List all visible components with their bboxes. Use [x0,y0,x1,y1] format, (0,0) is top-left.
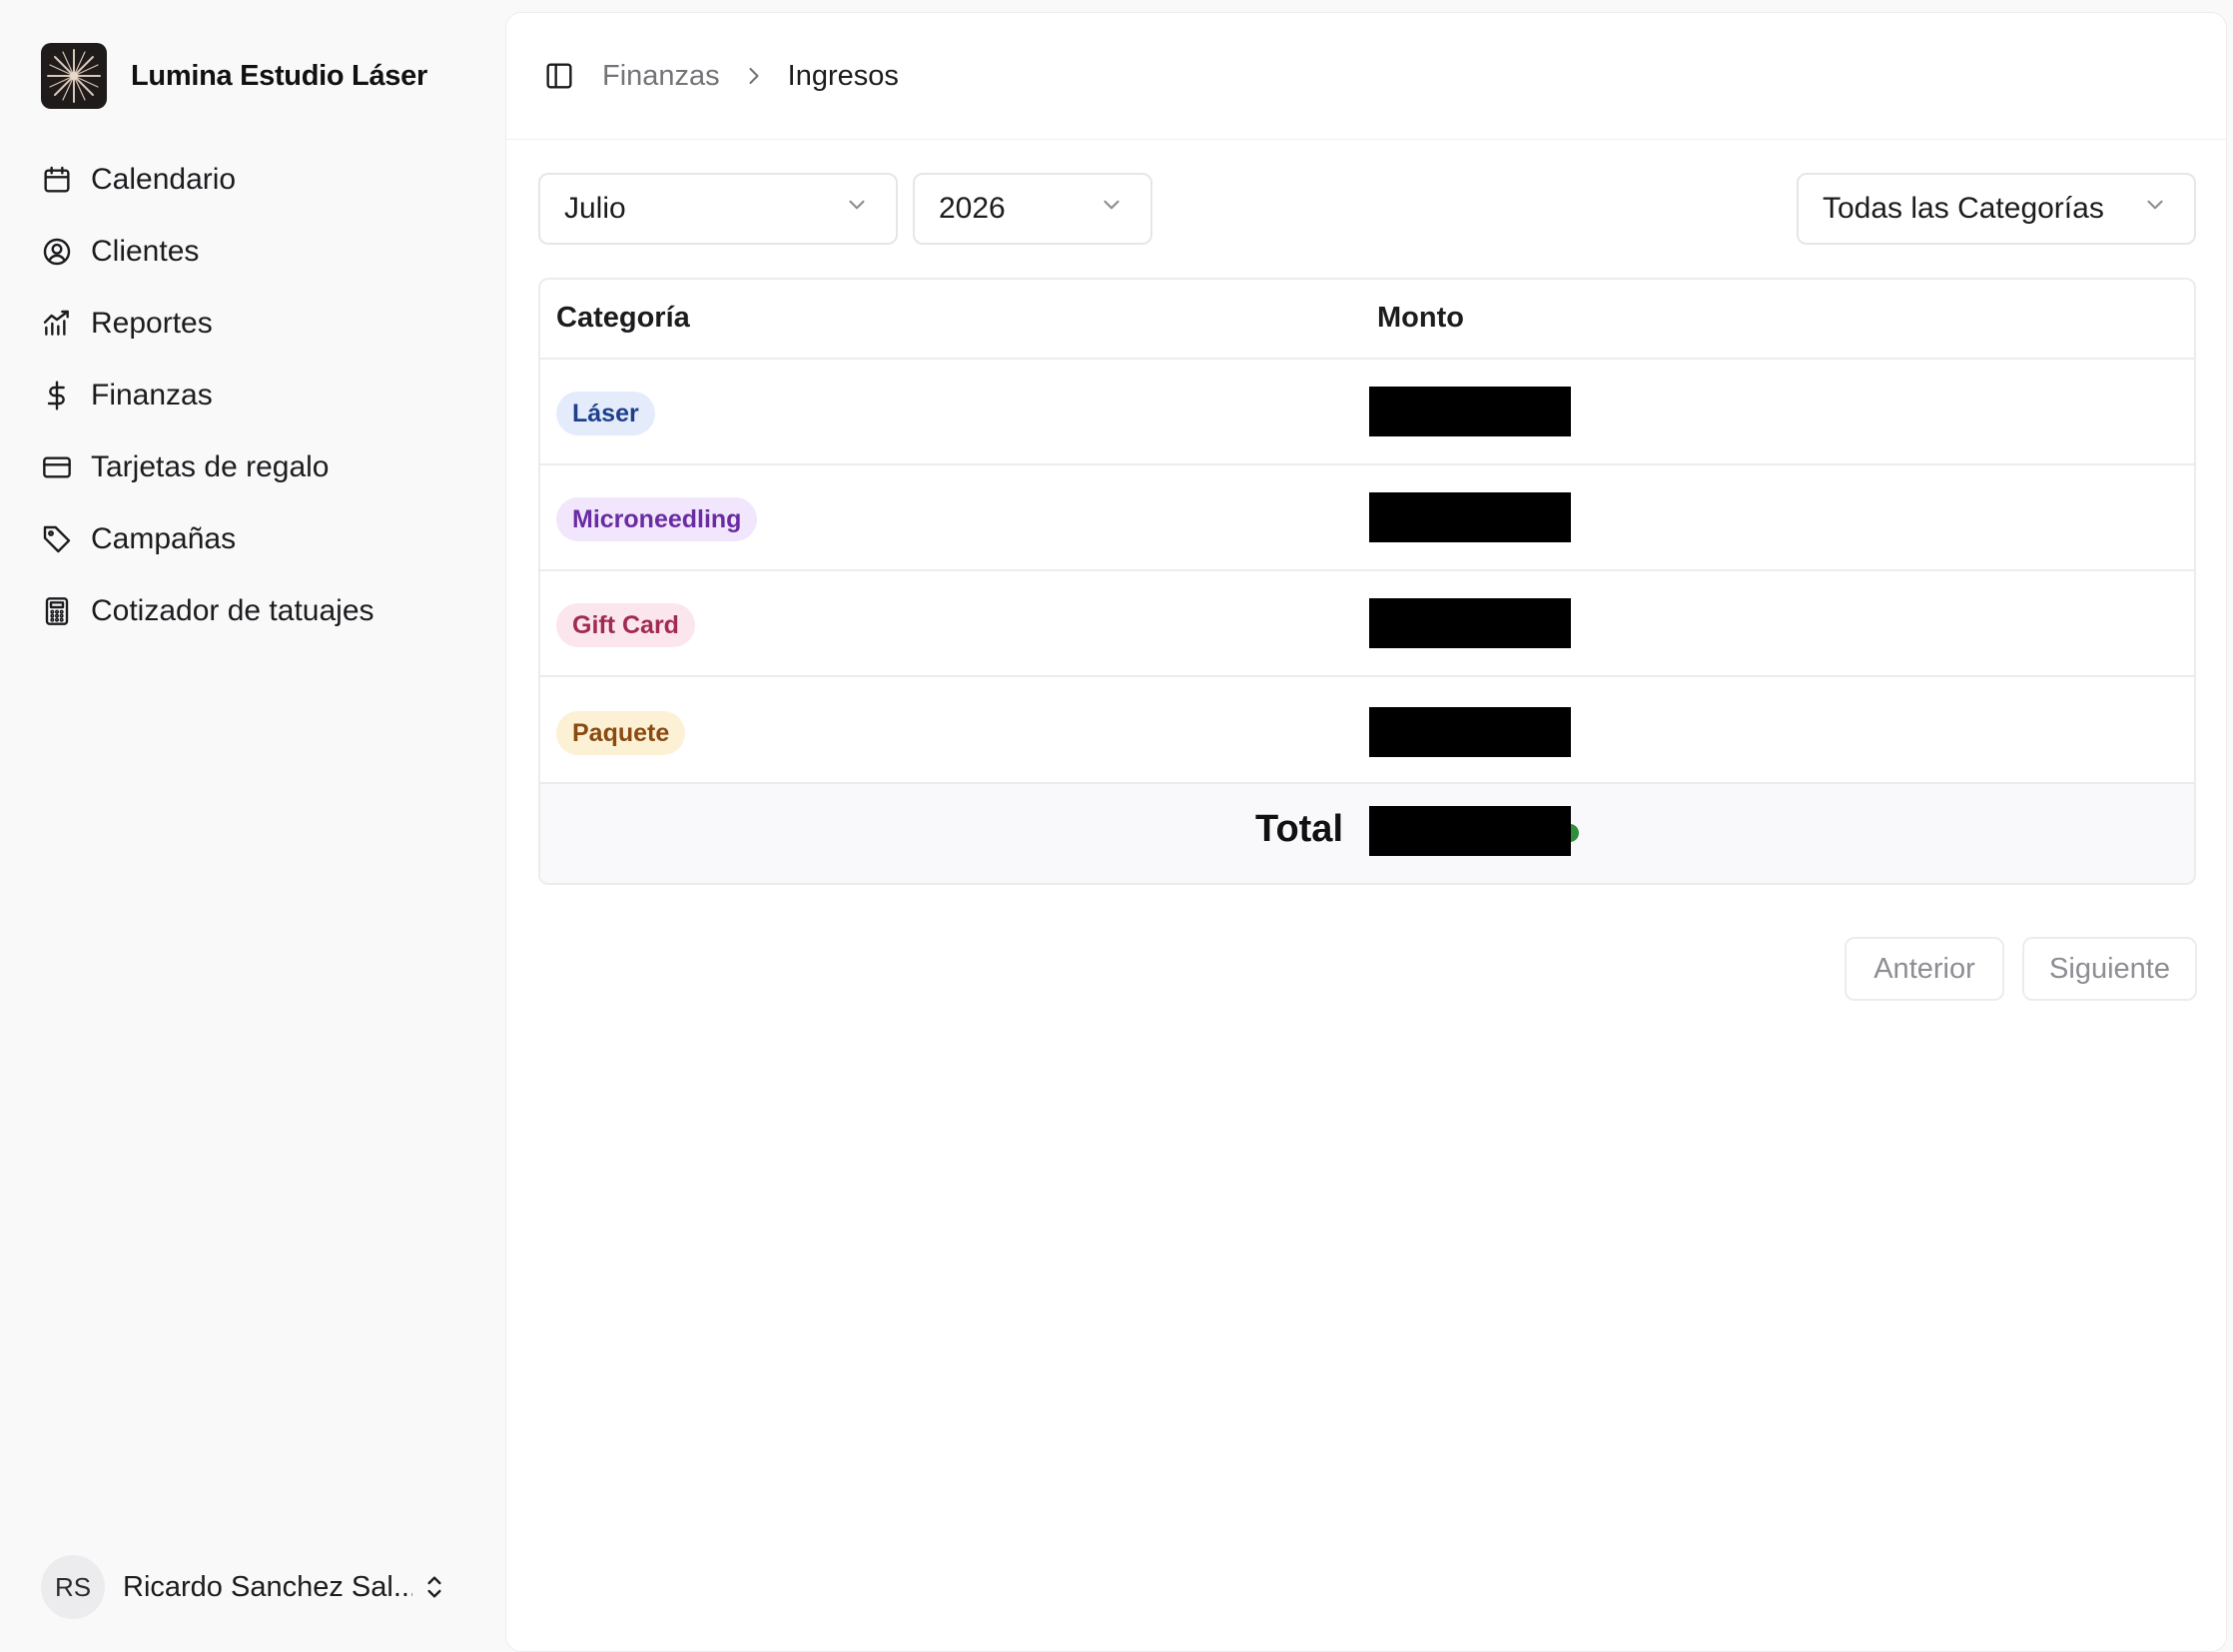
sidebar-item-clientes[interactable]: Clientes [41,216,480,288]
credit-card-icon [41,451,73,483]
redacted-amount [1369,598,1571,648]
calendar-icon [41,164,73,196]
column-header-amount: Monto [1377,302,1464,334]
previous-page-button[interactable]: Anterior [1845,937,2004,1001]
avatar: RS [41,1555,105,1619]
chevron-up-down-icon [418,1571,450,1603]
brand-name: Lumina Estudio Láser [131,59,427,92]
sidebar-item-label: Reportes [91,307,213,340]
column-header-category: Categoría [556,302,690,334]
redacted-total [1369,806,1571,856]
category-select-value: Todas las Categorías [1823,192,2104,225]
sidebar-item-finanzas[interactable]: Finanzas [41,360,480,431]
sidebar-toggle-icon[interactable] [543,60,575,92]
table-row[interactable]: Gift Card [540,571,2194,677]
topbar: Finanzas Ingresos [506,13,2226,140]
sidebar-item-label: Tarjetas de regalo [91,450,330,483]
sidebar-item-label: Calendario [91,163,237,196]
category-select[interactable]: Todas las Categorías [1797,173,2196,245]
table-row[interactable]: Paquete [540,677,2194,784]
category-badge: Microneedling [556,497,758,541]
income-table: Categoría Monto Láser Microneedling Gift… [538,278,2196,885]
chevron-down-icon [2142,192,2168,226]
redacted-amount [1369,387,1571,436]
month-select[interactable]: Julio [538,173,898,245]
chevron-down-icon [1099,192,1124,226]
sidebar-item-tarjetas[interactable]: Tarjetas de regalo [41,431,480,503]
user-menu[interactable]: RS Ricardo Sanchez Sal... [41,1554,460,1620]
sidebar-item-label: Finanzas [91,379,213,412]
sidebar-item-label: Cotizador de tatuajes [91,594,374,627]
next-page-button[interactable]: Siguiente [2022,937,2197,1001]
sidebar-nav: Calendario Clientes Reportes Finanzas Ta… [41,144,480,647]
starburst-logo [41,43,107,109]
redacted-amount [1369,492,1571,542]
sidebar-item-cotizador[interactable]: Cotizador de tatuajes [41,575,480,647]
sidebar-item-calendario[interactable]: Calendario [41,144,480,216]
table-row[interactable]: Láser [540,360,2194,465]
breadcrumb-parent[interactable]: Finanzas [602,60,720,93]
total-row: Total [540,784,2194,883]
total-label: Total [1255,808,1343,850]
brand[interactable]: Lumina Estudio Láser [41,43,427,109]
sidebar-item-reportes[interactable]: Reportes [41,288,480,360]
redacted-amount [1369,707,1571,757]
calculator-icon [41,595,73,627]
chevron-right-icon [740,62,768,90]
dollar-icon [41,380,73,412]
tag-icon [41,523,73,555]
category-badge: Paquete [556,711,686,755]
user-circle-icon [41,236,73,268]
table-header: Categoría Monto [540,280,2194,360]
main-panel: Finanzas Ingresos Julio 2026 Todas las C… [505,12,2227,1652]
chevron-down-icon [844,192,870,226]
table-row[interactable]: Microneedling [540,465,2194,571]
category-badge: Gift Card [556,603,695,647]
sidebar-item-label: Campañas [91,522,237,555]
user-name: Ricardo Sanchez Sal... [123,1570,412,1603]
breadcrumb-current: Ingresos [787,59,899,92]
month-select-value: Julio [564,192,626,225]
sidebar-item-label: Clientes [91,235,200,268]
category-badge: Láser [556,392,655,435]
year-select-value: 2026 [939,192,1006,225]
breadcrumb: Finanzas Ingresos [602,60,899,93]
sidebar-item-campanas[interactable]: Campañas [41,503,480,575]
year-select[interactable]: 2026 [913,173,1152,245]
sidebar: Lumina Estudio Láser Calendario Clientes… [0,0,503,1652]
chart-icon [41,308,73,340]
